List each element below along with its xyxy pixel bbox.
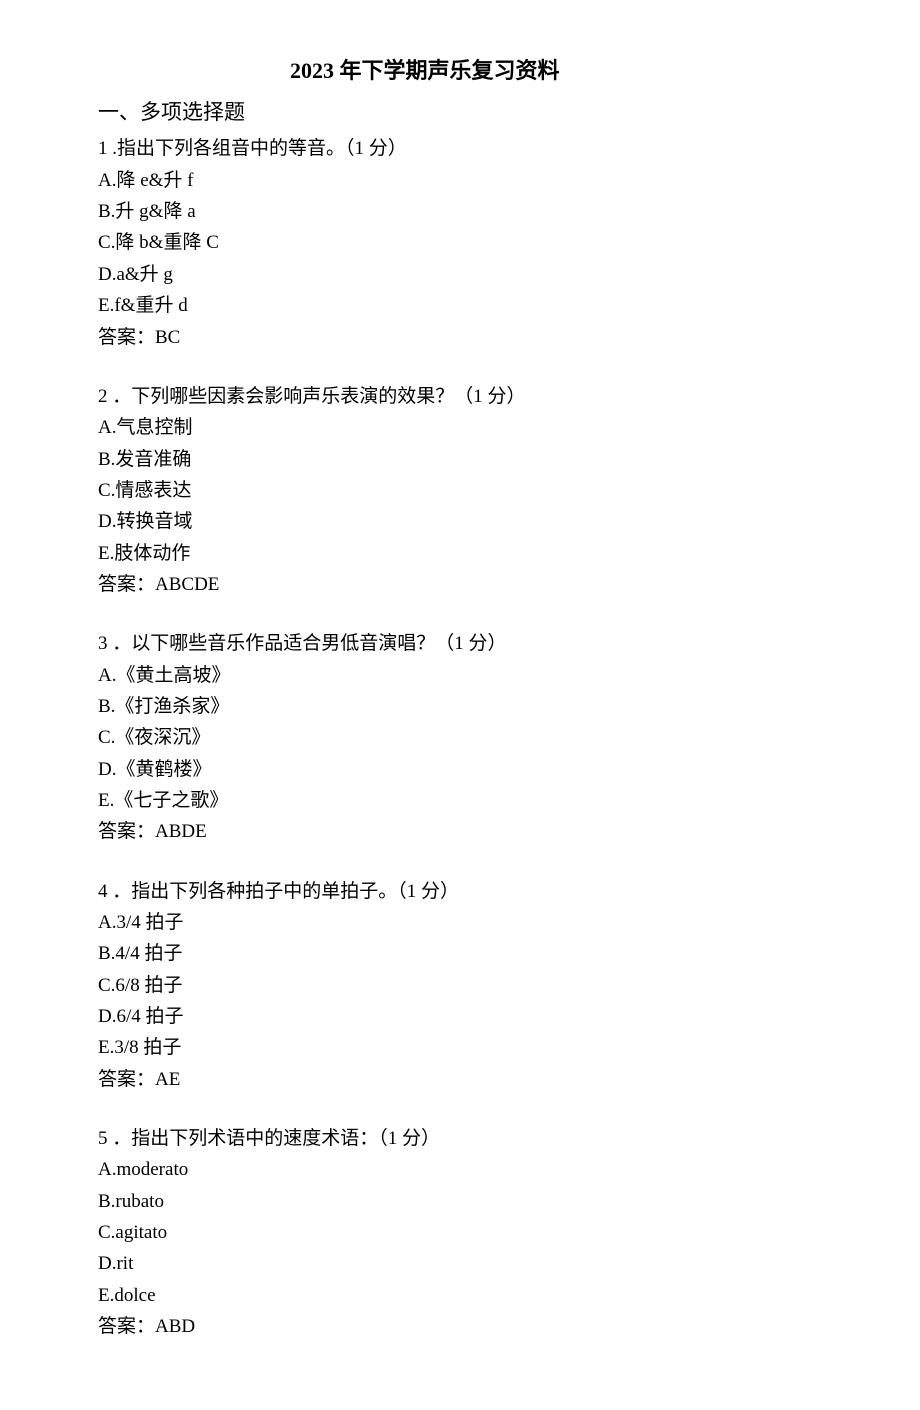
option: E.《七子之歌》 bbox=[98, 785, 822, 816]
option: E.f&重升 d bbox=[98, 290, 822, 321]
option: B.rubato bbox=[98, 1186, 822, 1217]
option: A.降 e&升 f bbox=[98, 165, 822, 196]
answer: 答案：ABDE bbox=[98, 816, 822, 847]
answer: 答案：ABD bbox=[98, 1311, 822, 1342]
option: B.升 g&降 a bbox=[98, 196, 822, 227]
option: C.《夜深沉》 bbox=[98, 722, 822, 753]
option: C.6/8 拍子 bbox=[98, 970, 822, 1001]
option: C.降 b&重降 C bbox=[98, 227, 822, 258]
question-block: 3 ．以下哪些音乐作品适合男低音演唱？（1 分）A.《黄土高坡》B.《打渔杀家》… bbox=[98, 628, 822, 847]
question-block: 2 ．下列哪些因素会影响声乐表演的效果？（1 分）A.气息控制B.发音准确C.情… bbox=[98, 381, 822, 600]
option: A.《黄土高坡》 bbox=[98, 660, 822, 691]
question-text: 1 .指出下列各组音中的等音。（1 分） bbox=[98, 133, 822, 164]
question-block: 1 .指出下列各组音中的等音。（1 分）A.降 e&升 fB.升 g&降 aC.… bbox=[98, 133, 822, 352]
option: D.6/4 拍子 bbox=[98, 1001, 822, 1032]
question-text: 2 ．下列哪些因素会影响声乐表演的效果？（1 分） bbox=[98, 381, 822, 412]
option: E.3/8 拍子 bbox=[98, 1032, 822, 1063]
option: D.rit bbox=[98, 1248, 822, 1279]
option: E.肢体动作 bbox=[98, 538, 822, 569]
option: D.a&升 g bbox=[98, 259, 822, 290]
option: A.气息控制 bbox=[98, 412, 822, 443]
option: D.《黄鹤楼》 bbox=[98, 754, 822, 785]
option: A.3/4 拍子 bbox=[98, 907, 822, 938]
option: D.转换音域 bbox=[98, 506, 822, 537]
answer: 答案：AE bbox=[98, 1064, 822, 1095]
option: C.情感表达 bbox=[98, 475, 822, 506]
option: E.dolce bbox=[98, 1280, 822, 1311]
question-text: 3 ．以下哪些音乐作品适合男低音演唱？（1 分） bbox=[98, 628, 822, 659]
answer: 答案：ABCDE bbox=[98, 569, 822, 600]
section-heading: 一、多项选择题 bbox=[98, 95, 822, 130]
question-block: 4 ．指出下列各种拍子中的单拍子。（1 分）A.3/4 拍子B.4/4 拍子C.… bbox=[98, 876, 822, 1095]
question-block: 5 ．指出下列术语中的速度术语：（1 分）A.moderatoB.rubatoC… bbox=[98, 1123, 822, 1342]
question-text: 4 ．指出下列各种拍子中的单拍子。（1 分） bbox=[98, 876, 822, 907]
option: B.《打渔杀家》 bbox=[98, 691, 822, 722]
questions-container: 1 .指出下列各组音中的等音。（1 分）A.降 e&升 fB.升 g&降 aC.… bbox=[98, 133, 822, 1342]
option: B.发音准确 bbox=[98, 444, 822, 475]
option: A.moderato bbox=[98, 1154, 822, 1185]
option: B.4/4 拍子 bbox=[98, 938, 822, 969]
document-title: 2023 年下学期声乐复习资料 bbox=[290, 56, 610, 87]
question-text: 5 ．指出下列术语中的速度术语：（1 分） bbox=[98, 1123, 822, 1154]
option: C.agitato bbox=[98, 1217, 822, 1248]
answer: 答案：BC bbox=[98, 322, 822, 353]
